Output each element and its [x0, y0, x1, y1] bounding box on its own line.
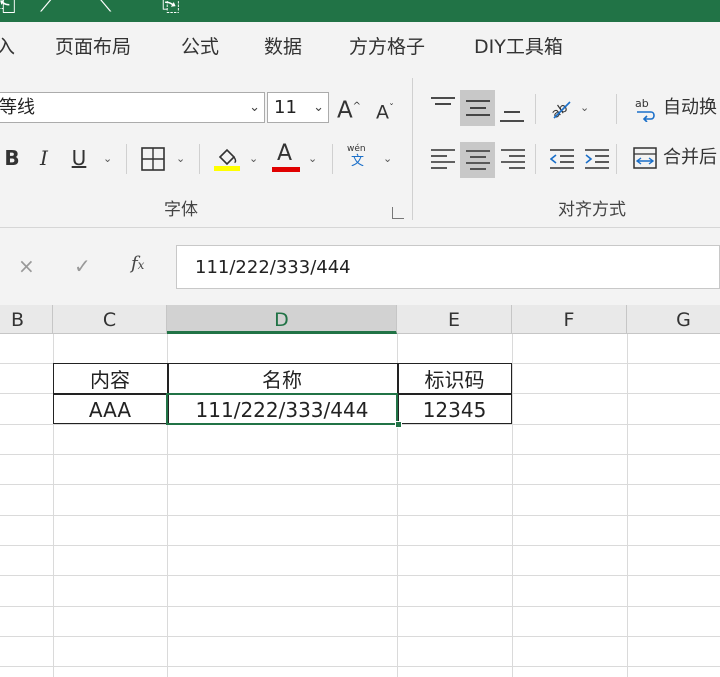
dialog-launcher-icon[interactable]	[392, 207, 404, 219]
chevron-down-icon[interactable]: ⌄	[308, 152, 317, 165]
tab-insert[interactable]: 入	[0, 35, 15, 59]
divider	[332, 144, 333, 174]
divider	[126, 144, 127, 174]
gridline	[0, 606, 720, 607]
gridline	[0, 454, 720, 455]
gridline	[0, 636, 720, 637]
decrease-indent-icon[interactable]	[550, 148, 574, 170]
redo-icon[interactable]: ⟋	[40, 0, 55, 16]
worksheet-grid[interactable]: 内容 名称 标识码 AAA 111/222/333/444 12345	[0, 334, 720, 677]
gridline	[0, 515, 720, 516]
align-center-button[interactable]	[460, 142, 495, 178]
gridline	[0, 666, 720, 667]
increase-indent-icon[interactable]	[585, 148, 609, 170]
font-color-swatch	[272, 167, 300, 172]
increase-font-size-button[interactable]: A^	[336, 94, 362, 124]
align-middle-button[interactable]	[460, 90, 495, 126]
chevron-down-icon[interactable]: ⌄	[383, 152, 392, 165]
font-size-value: 11	[274, 97, 297, 118]
column-header-f[interactable]: F	[512, 305, 627, 334]
align-left-icon[interactable]	[431, 148, 455, 170]
ribbon-tabs: 入 页面布局 公式 数据 方方格子 DIY工具箱	[0, 22, 720, 70]
fill-handle[interactable]	[395, 421, 402, 428]
divider	[616, 144, 617, 174]
column-header-e[interactable]: E	[397, 305, 512, 334]
chevron-down-icon[interactable]: ⌄	[249, 152, 258, 165]
divider	[535, 144, 536, 174]
column-header-c[interactable]: C	[53, 305, 167, 334]
chevron-down-icon[interactable]: ⌄	[580, 101, 589, 114]
align-right-icon[interactable]	[501, 148, 525, 170]
quick-access-icon[interactable]: ⎘	[162, 0, 180, 16]
alignment-group-label: 对齐方式	[558, 200, 626, 220]
ribbon: 等线 ⌄ 11 ⌄ A^ Aˇ B I U ⌄ ⌄ ⌄ A ⌄ wén 文 ⌄ …	[0, 70, 720, 228]
borders-icon[interactable]	[141, 147, 165, 171]
font-size-combo[interactable]: 11 ⌄	[267, 92, 329, 123]
cancel-icon[interactable]: ×	[18, 254, 35, 278]
font-color-icon[interactable]: A	[272, 141, 300, 173]
chevron-down-icon[interactable]: ⌄	[313, 100, 324, 115]
tab-fangfang[interactable]: 方方格子	[349, 35, 425, 59]
underline-button[interactable]: U	[68, 145, 90, 171]
tab-formulas[interactable]: 公式	[181, 35, 219, 59]
fill-color-icon[interactable]	[212, 143, 242, 173]
decrease-font-size-button[interactable]: Aˇ	[372, 96, 398, 125]
column-header-d[interactable]: D	[167, 305, 397, 334]
italic-button[interactable]: I	[34, 145, 54, 171]
formula-value: 111/222/333/444	[195, 257, 351, 278]
cell-d-header[interactable]: 名称	[167, 365, 397, 395]
chevron-down-icon[interactable]: ⌄	[249, 100, 260, 115]
phonetic-guide-icon[interactable]: wén 文	[346, 144, 372, 174]
wrap-text-icon: ab	[635, 97, 655, 122]
bold-button[interactable]: B	[2, 145, 22, 171]
active-cell-selection	[166, 393, 398, 425]
align-center-icon	[466, 150, 490, 170]
font-name-combo[interactable]: 等线 ⌄	[0, 92, 265, 123]
align-top-icon[interactable]	[431, 96, 455, 116]
merge-center-icon	[633, 147, 657, 169]
font-group-label: 字体	[164, 200, 198, 220]
font-name-value: 等线	[0, 97, 35, 118]
undo-chevron-icon[interactable]: ⟍	[96, 0, 111, 16]
divider	[199, 144, 200, 174]
align-bottom-icon[interactable]	[500, 104, 524, 124]
title-bar: ⎗ ⟋ ⟍ ⎘	[0, 0, 720, 22]
group-divider	[412, 78, 413, 220]
save-icon[interactable]: ⎗	[0, 0, 16, 16]
gridline	[0, 545, 720, 546]
gridline	[512, 334, 513, 677]
svg-text:ab: ab	[635, 97, 649, 110]
cell-c-header[interactable]: 内容	[53, 365, 167, 395]
cell-e-header[interactable]: 标识码	[397, 365, 512, 395]
divider	[535, 94, 536, 124]
gridline	[0, 484, 720, 485]
column-header-b[interactable]: B	[0, 305, 53, 334]
insert-function-icon[interactable]: fx	[131, 253, 144, 274]
tab-diy-toolbox[interactable]: DIY工具箱	[474, 35, 563, 59]
tab-page-layout[interactable]: 页面布局	[55, 35, 131, 59]
cell-c-value[interactable]: AAA	[53, 395, 167, 425]
align-middle-icon	[466, 100, 490, 116]
enter-check-icon[interactable]: ✓	[74, 254, 91, 278]
gridline	[627, 334, 628, 677]
formula-bar: × ✓ fx 111/222/333/444	[0, 228, 720, 305]
chevron-down-icon[interactable]: ⌄	[103, 152, 112, 165]
chevron-down-icon[interactable]: ⌄	[176, 152, 185, 165]
formula-input[interactable]: 111/222/333/444	[176, 245, 720, 289]
divider	[616, 94, 617, 124]
tab-data[interactable]: 数据	[264, 35, 302, 59]
cell-e-value[interactable]: 12345	[397, 395, 512, 425]
column-headers: B C D E F G	[0, 305, 720, 334]
column-header-g[interactable]: G	[627, 305, 720, 334]
gridline	[0, 575, 720, 576]
orientation-icon[interactable]: ab	[548, 96, 574, 122]
